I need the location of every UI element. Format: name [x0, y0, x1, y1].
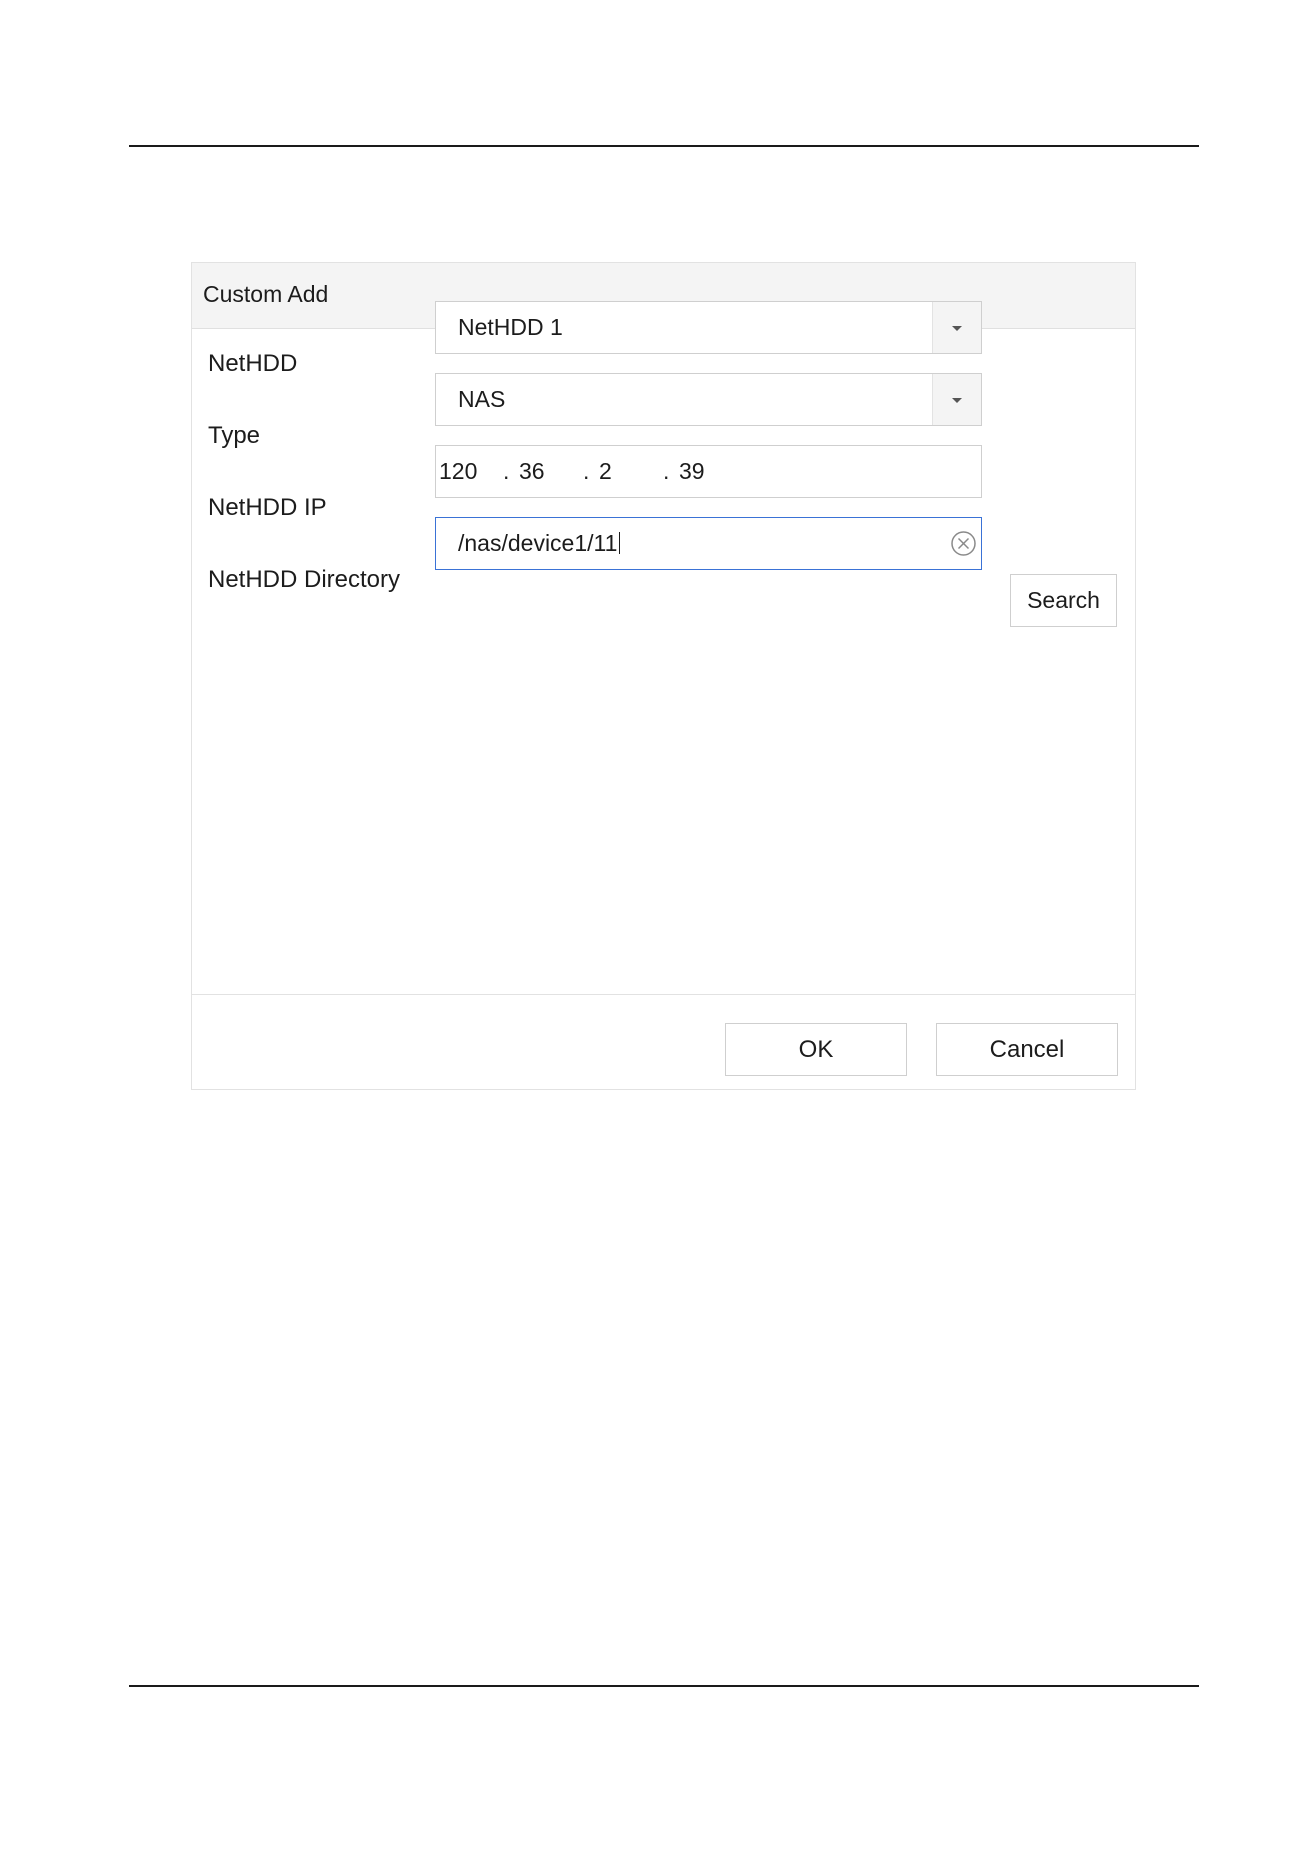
ip-octet-1[interactable]: 120 — [439, 458, 477, 485]
type-label: Type — [208, 422, 261, 449]
chevron-down-icon[interactable] — [932, 374, 981, 425]
dialog-footer-divider — [192, 994, 1135, 995]
nethdd-directory-value: /nas/device1/11 — [458, 530, 618, 556]
cancel-button[interactable]: Cancel — [936, 1023, 1118, 1076]
ip-octet-3[interactable]: 2 — [599, 458, 612, 485]
nethdd-label: NetHDD — [208, 350, 298, 377]
type-select[interactable]: NAS — [435, 373, 982, 426]
dialog-title: Custom Add — [203, 281, 329, 307]
nethdd-directory-input[interactable]: /nas/device1/11 — [435, 517, 982, 570]
nethdd-directory-value-wrap: /nas/device1/11 — [458, 530, 621, 557]
ip-dot-1: . — [503, 458, 510, 484]
search-button[interactable]: Search — [1010, 574, 1117, 627]
text-cursor — [619, 532, 621, 554]
type-select-value: NAS — [458, 386, 506, 412]
nethdd-directory-label: NetHDD Directory — [208, 566, 401, 593]
ip-dot-2: . — [583, 458, 590, 484]
page-header-rule — [129, 145, 1199, 147]
nethdd-ip-field: 120 . 36 . 2 . 39 — [435, 445, 982, 498]
ok-button[interactable]: OK — [725, 1023, 907, 1076]
clear-icon[interactable] — [950, 530, 977, 557]
ip-octet-4[interactable]: 39 — [679, 458, 705, 485]
nethdd-select-value: NetHDD 1 — [458, 314, 563, 340]
nethdd-select[interactable]: NetHDD 1 — [435, 301, 982, 354]
ip-octet-2[interactable]: 36 — [519, 458, 545, 485]
custom-add-dialog: Custom Add NetHDD NetHDD 1 Type NAS NetH… — [191, 262, 1136, 1090]
nethdd-ip-label: NetHDD IP — [208, 494, 327, 521]
page-footer-rule — [129, 1685, 1199, 1687]
chevron-down-icon[interactable] — [932, 302, 981, 353]
ip-dot-3: . — [663, 458, 670, 484]
